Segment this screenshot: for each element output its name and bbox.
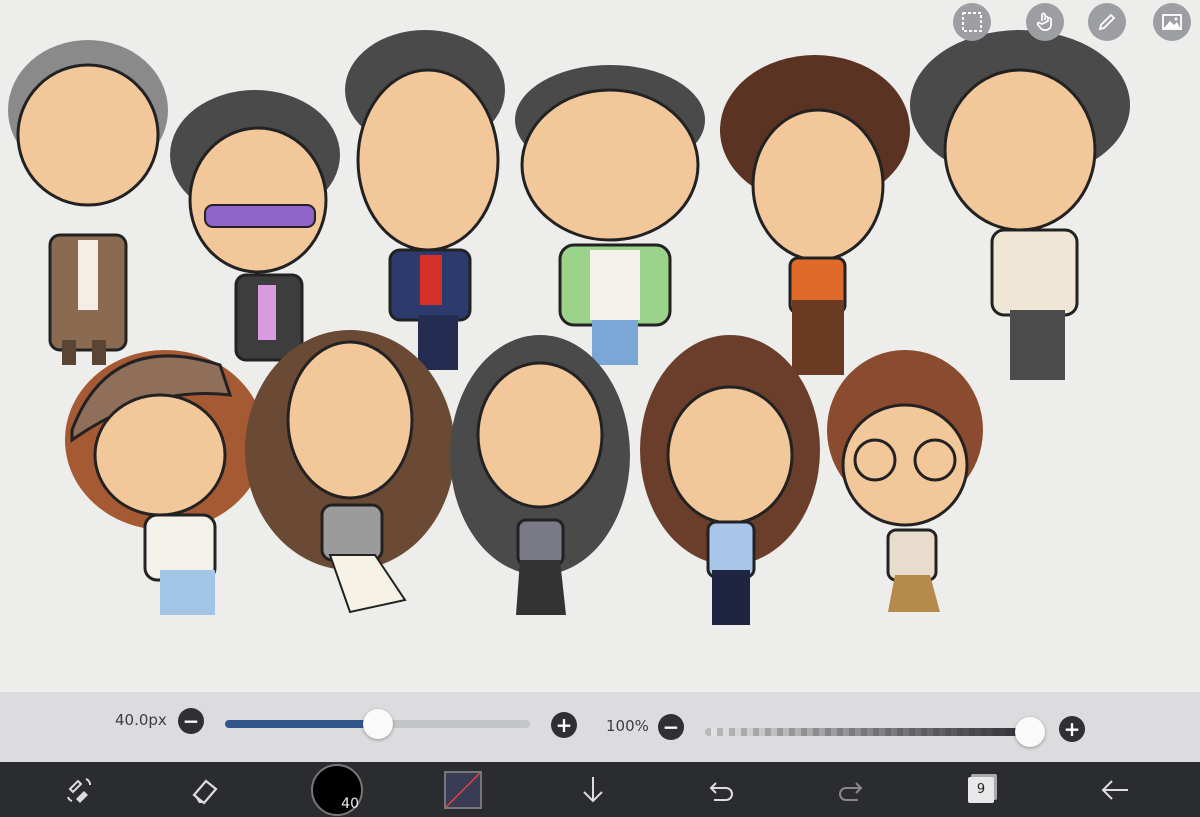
opacity-decrease-button[interactable]: − — [658, 714, 684, 740]
undo-icon — [709, 781, 733, 801]
arrow-left-icon — [1101, 779, 1128, 800]
character-8 — [245, 330, 455, 614]
character-1 — [8, 40, 168, 365]
character-11 — [827, 350, 983, 612]
redo-icon — [839, 781, 863, 801]
image-icon — [1162, 14, 1182, 30]
character-3 — [345, 30, 505, 370]
bottom-toolbar: 40 9 — [0, 762, 1200, 817]
character-10 — [640, 335, 820, 625]
slider-bar: 40.0px − + 100% − + — [0, 692, 1200, 762]
eraser-button[interactable] — [184, 762, 226, 817]
opacity-slider-knob[interactable] — [1015, 717, 1045, 747]
redo-button[interactable] — [830, 762, 872, 817]
color-button[interactable] — [442, 762, 484, 817]
arrow-down-icon — [583, 776, 603, 802]
color-swatch-icon — [444, 770, 482, 809]
brush-size-button[interactable]: 40 — [310, 762, 364, 817]
brush-eraser-swap-icon — [67, 777, 91, 803]
brush-preview-icon: 40 — [311, 763, 363, 816]
hand-touch-icon — [1036, 12, 1052, 31]
ruler-tool-button[interactable] — [1088, 3, 1126, 41]
brush-size-slider-knob[interactable] — [362, 709, 393, 739]
character-2 — [170, 90, 340, 362]
pencil-ruler-icon — [1098, 13, 1116, 31]
character-6 — [910, 30, 1130, 380]
chibi-characters-drawing — [8, 30, 1130, 625]
opacity-slider-fill — [705, 728, 1030, 736]
brush-size-decrease-button[interactable]: − — [178, 708, 204, 734]
selection-icon — [962, 12, 982, 32]
character-5 — [720, 55, 910, 375]
brush-size-slider-fill — [225, 720, 378, 728]
fill-down-button[interactable] — [572, 762, 614, 817]
hand-tool-button[interactable] — [1026, 3, 1064, 41]
character-7 — [65, 350, 265, 615]
character-9 — [450, 335, 630, 615]
character-4 — [515, 65, 705, 365]
selection-tool-button[interactable] — [953, 3, 991, 41]
image-tool-button[interactable] — [1153, 3, 1191, 41]
layer-count: 9 — [968, 776, 994, 803]
eraser-icon — [192, 778, 218, 805]
brush-size-label: 40.0px — [115, 711, 167, 729]
opacity-label: 100% — [606, 717, 649, 735]
brush-eraser-switch-button[interactable] — [58, 762, 100, 817]
back-button[interactable] — [1094, 762, 1136, 817]
brush-size-increase-button[interactable]: + — [551, 712, 577, 738]
opacity-increase-button[interactable]: + — [1059, 716, 1085, 742]
layers-button[interactable]: 9 — [960, 762, 1002, 817]
drawing-canvas[interactable] — [0, 0, 1200, 692]
undo-button[interactable] — [700, 762, 742, 817]
brush-size-value: 40 — [341, 795, 359, 812]
opacity-slider-track[interactable] — [705, 728, 1030, 736]
